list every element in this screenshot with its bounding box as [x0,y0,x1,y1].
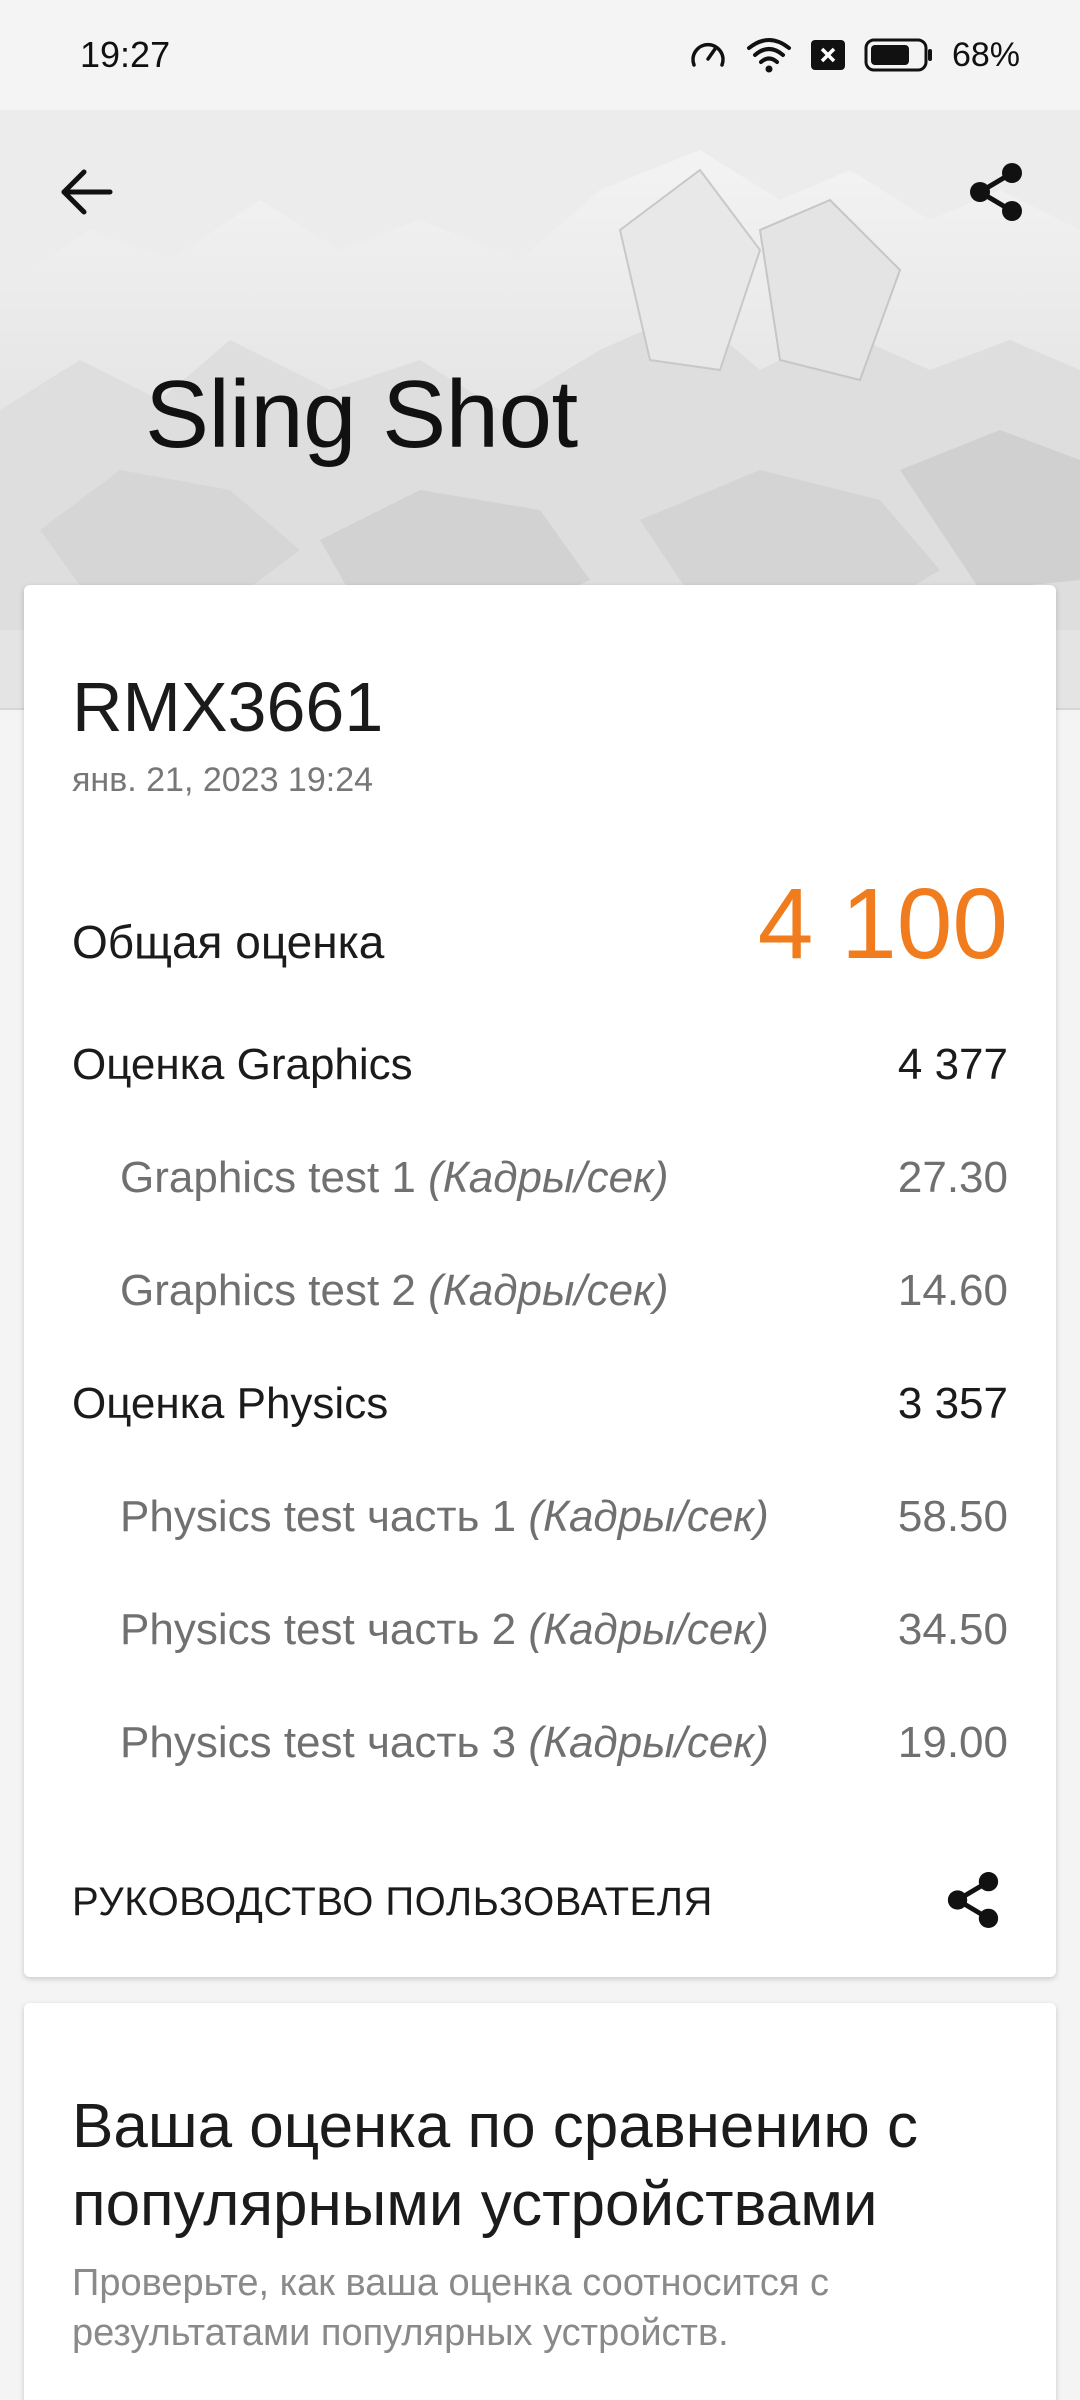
score-label: Graphics test 1 (Кадры/сек) [72,1153,669,1203]
score-label: Physics test часть 1 (Кадры/сек) [72,1492,769,1542]
test-name: Physics test часть 1 [120,1492,517,1541]
score-value: 58.50 [897,1492,1008,1541]
test-unit: (Кадры/сек) [528,1492,769,1541]
score-label: Оценка Graphics [72,1040,413,1089]
test-unit: (Кадры/сек) [428,1153,669,1202]
battery-icon [864,37,934,73]
overall-score-row: Общая оценка 4 100 [72,867,1008,982]
score-value: 27.30 [897,1153,1008,1202]
score-row-physics-test-3: Physics test часть 3 (Кадры/сек) 19.00 [72,1718,1008,1768]
test-name: Graphics test 1 [120,1153,416,1202]
status-time: 19:27 [80,34,171,75]
score-value: 19.00 [897,1718,1008,1767]
score-value: 4 377 [897,1040,1008,1089]
user-guide-link[interactable]: РУКОВОДСТВО ПОЛЬЗОВАТЕЛЯ [72,1880,713,1925]
test-name: Physics test часть 3 [120,1718,517,1767]
test-name: Physics test часть 2 [120,1605,517,1654]
score-value: 14.60 [897,1266,1008,1315]
compare-card[interactable]: Ваша оценка по сравнению с популярными у… [24,2003,1056,2400]
battery-percent: 68% [951,35,1020,74]
status-icons: 68% [688,35,1020,75]
overall-score-label: Общая оценка [72,916,385,968]
score-row-graphics-test-1: Graphics test 1 (Кадры/сек) 27.30 [72,1153,1008,1203]
arrow-left-icon [58,167,114,222]
compare-title: Ваша оценка по сравнению с популярными у… [72,2092,918,2239]
test-unit: (Кадры/сек) [528,1718,769,1767]
score-row-graphics-test-2: Graphics test 2 (Кадры/сек) 14.60 [72,1266,1008,1316]
score-value: 3 357 [897,1379,1008,1428]
user-guide-row: РУКОВОДСТВО ПОЛЬЗОВАТЕЛЯ [72,1867,1008,1937]
test-unit: (Кадры/сек) [428,1266,669,1315]
score-row-graphics: Оценка Graphics 4 377 [72,1040,1008,1090]
test-name: Graphics test 2 [120,1266,416,1315]
share-result-button[interactable] [938,1867,1008,1937]
speedometer-icon [688,35,728,75]
result-date: янв. 21, 2023 19:24 [72,761,374,799]
share-button-header[interactable] [956,156,1036,232]
device-name: RMX3661 [72,668,384,746]
share-icon [966,161,1026,228]
compare-description: Проверьте, как ваша оценка соотносится с… [72,2262,829,2354]
share-icon [944,1870,1002,1935]
score-row-physics-test-2: Physics test часть 2 (Кадры/сек) 34.50 [72,1605,1008,1655]
notification-x-icon [810,39,846,71]
score-label: Оценка Physics [72,1379,389,1428]
score-label: Physics test часть 3 (Кадры/сек) [72,1718,769,1768]
overall-score-value: 4 100 [757,868,1008,980]
score-label: Physics test часть 2 (Кадры/сек) [72,1605,769,1655]
page-title: Sling Shot [145,361,578,468]
wifi-icon [746,35,792,75]
score-row-physics: Оценка Physics 3 357 [72,1379,1008,1429]
score-row-physics-test-1: Physics test часть 1 (Кадры/сек) 58.50 [72,1492,1008,1542]
score-value: 34.50 [897,1605,1008,1654]
test-unit: (Кадры/сек) [528,1605,769,1654]
score-label: Graphics test 2 (Кадры/сек) [72,1266,669,1316]
status-bar: 19:27 68% [0,0,1080,110]
result-card: RMX3661 янв. 21, 2023 19:24 Общая оценка… [24,585,1056,1977]
back-button[interactable] [48,156,124,232]
